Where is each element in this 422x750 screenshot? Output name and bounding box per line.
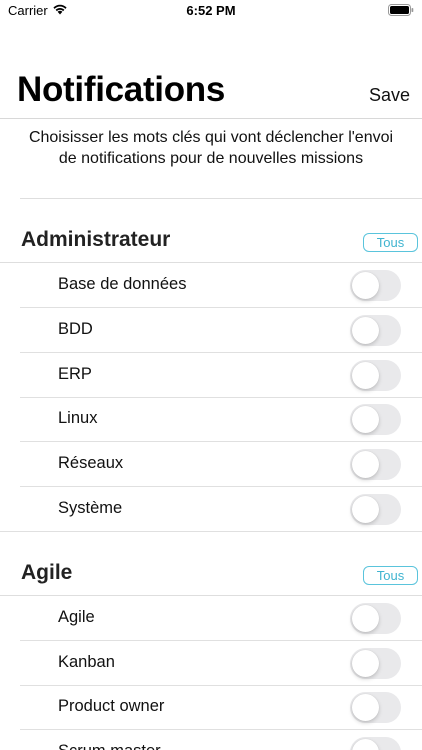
keyword-label: BDD xyxy=(58,320,93,338)
keyword-toggle[interactable] xyxy=(350,270,401,301)
keyword-label: Réseaux xyxy=(58,454,124,472)
toggle-knob xyxy=(352,272,379,299)
keyword-label: Product owner xyxy=(58,697,165,715)
keyword-label: ERP xyxy=(58,365,92,383)
list-item: Réseaux xyxy=(0,442,422,487)
keyword-toggle[interactable] xyxy=(350,449,401,480)
list-item: Système xyxy=(0,487,422,532)
keyword-toggle[interactable] xyxy=(350,692,401,723)
toggle-knob xyxy=(352,650,379,677)
keyword-label: Base de données xyxy=(58,275,187,293)
list-item: ERP xyxy=(0,353,422,398)
list-item: Linux xyxy=(0,397,422,442)
keyword-toggle[interactable] xyxy=(350,603,401,634)
list-item: Agile xyxy=(0,596,422,641)
toggle-knob xyxy=(352,317,379,344)
save-button[interactable]: Save xyxy=(369,85,410,106)
keyword-toggle[interactable] xyxy=(350,737,401,750)
keyword-label: Linux xyxy=(58,409,98,427)
keyword-toggle[interactable] xyxy=(350,404,401,435)
select-all-button[interactable]: Tous xyxy=(363,566,418,585)
list-item: Base de données xyxy=(0,263,422,308)
toggle-knob xyxy=(352,739,379,750)
page-title: Notifications xyxy=(17,70,226,109)
row-divider xyxy=(0,531,422,532)
intro-text: Choisisser les mots clés qui vont déclen… xyxy=(28,129,394,167)
list-item: BDD xyxy=(0,308,422,353)
keyword-toggle[interactable] xyxy=(350,360,401,391)
keyword-toggle[interactable] xyxy=(350,494,401,525)
section-header-administrateur: Administrateur Tous xyxy=(0,222,422,262)
toggle-knob xyxy=(352,406,379,433)
header-divider xyxy=(0,118,422,119)
notifications-screen: Carrier 6:52 PM Notifications Save Chois… xyxy=(0,0,422,750)
select-all-button[interactable]: Tous xyxy=(363,233,418,252)
list-item: Kanban xyxy=(0,641,422,686)
toggle-knob xyxy=(352,362,379,389)
section-title: Administrateur xyxy=(21,228,171,251)
toggle-knob xyxy=(352,694,379,721)
list-item: Product owner xyxy=(0,685,422,730)
keyword-label: Scrum master xyxy=(58,742,161,750)
toggle-knob xyxy=(352,496,379,523)
status-bar: Carrier 6:52 PM xyxy=(0,0,422,22)
status-clock: 6:52 PM xyxy=(186,3,236,18)
intro-divider xyxy=(20,198,422,199)
keyword-label: Kanban xyxy=(58,653,115,671)
keyword-label: Agile xyxy=(58,608,95,626)
section-header-agile: Agile Tous xyxy=(0,555,422,595)
keyword-toggle[interactable] xyxy=(350,315,401,346)
list-item: Scrum master xyxy=(0,730,422,750)
toggle-knob xyxy=(352,451,379,478)
section-title: Agile xyxy=(21,561,73,584)
toggle-knob xyxy=(352,605,379,632)
keyword-toggle[interactable] xyxy=(350,648,401,679)
keyword-label: Système xyxy=(58,499,123,517)
battery-icon xyxy=(388,4,414,16)
